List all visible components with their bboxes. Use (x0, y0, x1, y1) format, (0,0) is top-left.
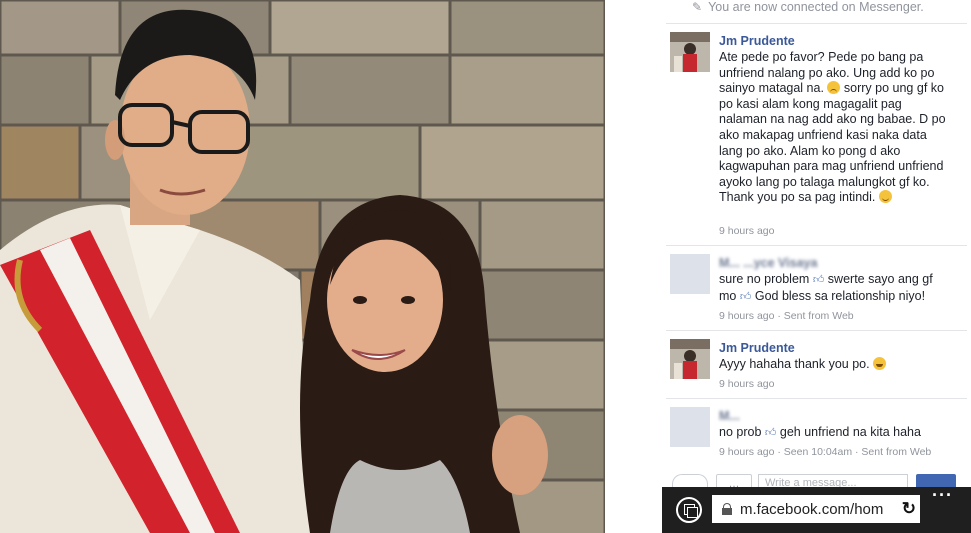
url-field[interactable]: m.facebook.com/hom ↻ (712, 495, 920, 523)
system-message: ✎ You are now connected on Messenger. (692, 0, 924, 14)
message-body: no prob 👍︎ geh unfriend na kita haha (719, 425, 964, 442)
thumbs-up-icon: 👍︎ (812, 274, 825, 286)
avatar[interactable] (670, 407, 710, 447)
message-body: Ayyy hahaha thank you po. (719, 357, 964, 373)
url-text: m.facebook.com/hom (740, 500, 884, 518)
avatar[interactable] (670, 339, 710, 379)
avatar[interactable] (670, 32, 710, 72)
message-line: sainyo matagal na. sorry po ung gf ko (719, 81, 964, 97)
message-line: ayoko lang po talaga malungkot gf ko. (719, 174, 930, 189)
message-line-part: sainyo matagal na. (719, 81, 824, 96)
divider (666, 23, 967, 24)
message-body: sure no problem 👍︎ swerte sayo ang gf mo… (719, 272, 964, 305)
message-line-part: God bless sa relationship niyo! (754, 288, 926, 303)
message-line: po kasi alam kong magagalit pag (719, 96, 902, 111)
message-timestamp: 9 hours ago (719, 225, 775, 237)
photo-illustration (0, 0, 605, 533)
sender-name[interactable]: M... ...yce Visaya (719, 256, 817, 270)
refresh-icon[interactable]: ↻ (899, 499, 916, 519)
avatar-image (670, 339, 710, 379)
message-line: unfriend nalang po ako. Ung add ko po (719, 65, 935, 80)
message-line-part: mo (719, 288, 737, 303)
message-timestamp: 9 hours ago · Sent from Web (719, 310, 854, 322)
message-line: kagwapuhan para mag unfriend unfriend (719, 159, 944, 174)
message-line-part: sure no problem (719, 272, 810, 286)
message-line-part: no prob (719, 425, 762, 439)
message-line-part: swerte sayo ang gf (827, 272, 933, 286)
grin-emoji-icon (873, 357, 887, 370)
message-body: Ate pede po favor? Pede po bang pa unfri… (719, 50, 964, 206)
system-message-text: You are now connected on Messenger. (708, 0, 924, 14)
message-timestamp: 9 hours ago · Seen 10:04am · Sent from W… (719, 446, 932, 458)
message-line: sure no problem 👍︎ swerte sayo ang gf (719, 272, 964, 289)
message-line-part: Ayyy hahaha thank you po. (719, 357, 870, 371)
divider (666, 245, 967, 246)
smile-emoji-icon (878, 190, 892, 204)
message-line: no prob 👍︎ geh unfriend na kita haha (719, 425, 964, 442)
divider (666, 398, 967, 399)
message-line: ako makapag unfriend kasi naka data (719, 127, 927, 142)
divider (666, 330, 967, 331)
message-timestamp: 9 hours ago (719, 378, 775, 390)
thumbs-up-icon: 👍︎ (764, 427, 777, 439)
message-line: nalaman na nag add ako ng babae. D po (719, 112, 946, 127)
sender-name[interactable]: Jm Prudente (719, 341, 795, 355)
messenger-thread: ✎ You are now connected on Messenger. Jm… (662, 0, 971, 533)
tabs-icon[interactable] (676, 497, 702, 523)
lock-icon (722, 503, 732, 515)
sender-name[interactable]: Jm Prudente (719, 34, 795, 48)
message-line: lang po ako. Alam ko pong d ako (719, 143, 901, 158)
message-line-part: geh unfriend na kita haha (779, 425, 921, 439)
message-line-part: sorry po ung gf ko (843, 81, 944, 96)
pencil-icon: ✎ (692, 0, 703, 14)
avatar-image (670, 32, 710, 72)
sad-emoji-icon (827, 81, 841, 95)
message-line: mo 👍︎ God bless sa relationship niyo! (719, 289, 964, 306)
couple-photo (0, 0, 605, 533)
thumbs-up-icon: 👍︎ (739, 290, 752, 303)
avatar[interactable] (670, 254, 710, 294)
message-line: Ayyy hahaha thank you po. (719, 357, 964, 373)
more-icon[interactable]: ··· (932, 485, 953, 506)
message-line: Ate pede po favor? Pede po bang pa (719, 50, 924, 64)
sender-name[interactable]: M... (719, 409, 740, 423)
message-line: Thank you po sa pag intindi. (719, 190, 964, 206)
browser-address-bar: m.facebook.com/hom ↻ ··· (662, 485, 971, 533)
message-line-part: Thank you po sa pag intindi. (719, 190, 876, 205)
